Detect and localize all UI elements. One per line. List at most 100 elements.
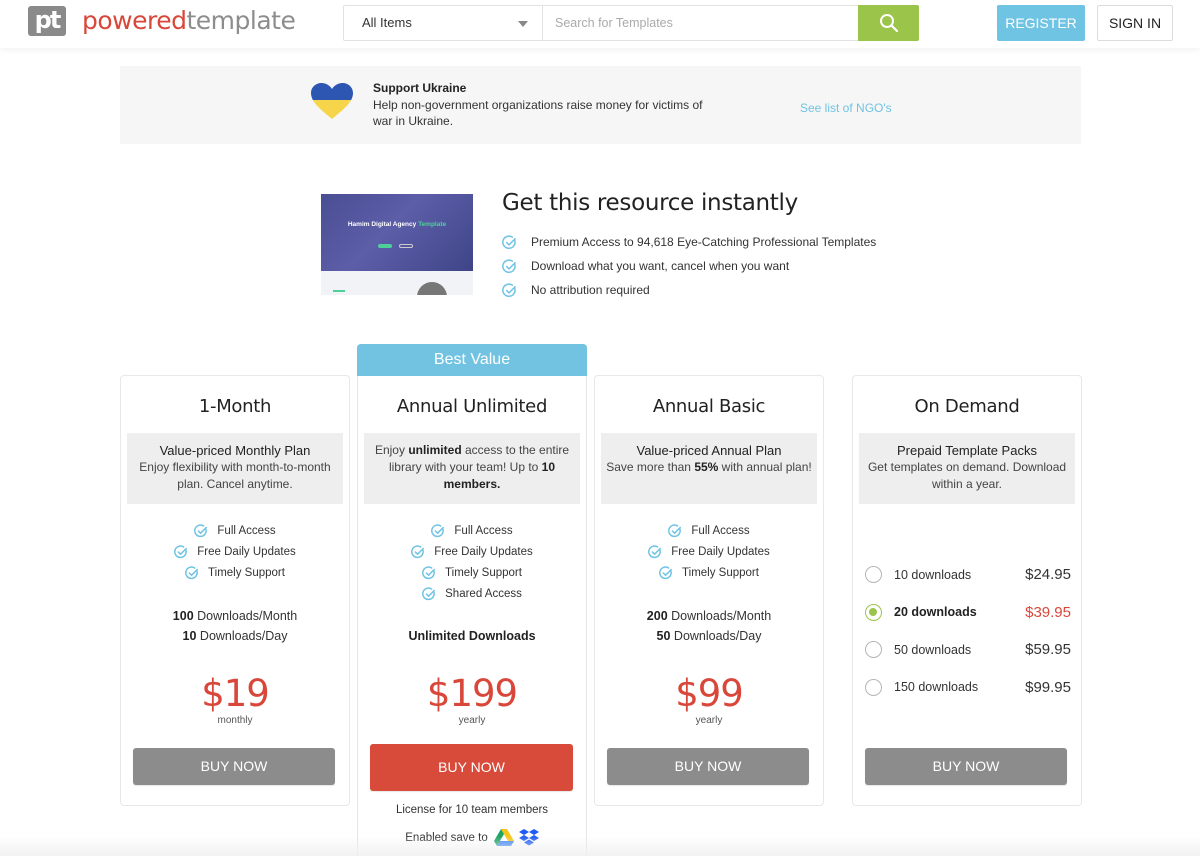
plan-title: 1-Month [198,396,272,417]
check-icon [422,586,436,601]
radio-button[interactable] [865,678,882,696]
downloads-per-day: 50 Downloads/Day [595,626,823,646]
google-drive-icon[interactable] [493,829,514,847]
feature-item: Timely Support [595,562,823,583]
logo-text: poweredtemplate [82,6,296,36]
logo-mark: pt [28,6,66,36]
plan-card-1-month: 1-Month Value-priced Monthly Plan Enjoy … [120,375,350,806]
downloads-month-label: Downloads/Month [671,609,772,623]
check-icon [411,544,425,559]
category-select[interactable]: All Items [344,6,543,40]
thumbnail-button-primary [378,244,392,248]
pack-label: 150 downloads [894,680,979,695]
check-icon [185,565,199,580]
feature-text: Free Daily Updates [197,545,296,558]
template-thumbnail[interactable]: Hamim Digital Agency Template [321,194,473,295]
thumbnail-hero: Hamim Digital Agency Template [321,194,473,271]
logo-word-template: template [186,6,296,35]
check-icon [668,523,682,538]
pack-price: $99.95 [1025,678,1071,696]
check-icon [422,565,436,580]
license-note: License for 10 team members [395,804,549,816]
plan-download-limits: 200 Downloads/Month 50 Downloads/Day [595,606,823,646]
see-ngo-list-link[interactable]: See list of NGO's [800,101,892,115]
feature-text: Full Access [454,524,513,537]
feature-item: Full Access [121,520,349,541]
plan-period: monthly [217,715,253,726]
plan-desc-title: Value-priced Annual Plan [636,443,782,458]
check-icon [648,544,662,559]
benefit-text: No attribution required [531,283,650,297]
plan-period: yearly [695,715,723,726]
feature-item: Free Daily Updates [121,541,349,562]
plan-description: Prepaid Template Packs Get templates on … [859,433,1075,504]
banner-text: Help non-government organizations raise … [373,98,703,128]
plan-features: Full Access Free Daily Updates Timely Su… [121,520,349,583]
buy-now-button[interactable]: BUY NOW [865,748,1067,785]
plan-desc-text: with annual plan! [718,460,812,474]
bottom-fade [0,836,1200,856]
plan-description: Value-priced Annual Plan Save more than … [601,433,817,504]
plan-desc-title: Prepaid Template Packs [897,443,1037,458]
plan-card-on-demand: On Demand Prepaid Template Packs Get tem… [852,375,1082,806]
check-icon [659,565,673,580]
register-button[interactable]: REGISTER [997,5,1085,41]
radio-button[interactable] [865,566,882,584]
feature-item: Timely Support [358,562,586,583]
thumbnail-title-main: Hamim Digital Agency [347,221,417,228]
ukraine-heart-icon [311,83,353,119]
feature-text: Full Access [217,524,276,537]
logo-word-powered: powered [82,6,187,35]
downloads-day-count: 10 [182,629,197,643]
plan-description: Value-priced Monthly Plan Enjoy flexibil… [127,433,343,504]
plan-title: Annual Basic [652,396,766,417]
plan-price: $199 [426,672,518,715]
pack-label: 10 downloads [894,567,972,582]
plan-description: Enjoy unlimited access to the entire lib… [364,433,580,504]
radio-button[interactable] [865,641,882,659]
plan-download-limits: 100 Downloads/Month 10 Downloads/Day [121,606,349,646]
save-to-row: Enabled save to [358,829,586,847]
check-icon [502,282,517,298]
resource-benefits: Premium Access to 94,618 Eye-Catching Pr… [502,230,876,302]
feature-item: Timely Support [121,562,349,583]
pack-option[interactable]: 150 downloads $99.95 [865,669,1071,707]
pack-option[interactable]: 50 downloads $59.95 [865,631,1071,669]
benefit-item: No attribution required [502,278,876,302]
benefit-item: Download what you want, cancel when you … [502,254,876,278]
dropbox-icon[interactable] [518,829,539,847]
plan-title: On Demand [914,396,1020,417]
pack-option[interactable]: 20 downloads $39.95 [865,594,1071,632]
radio-button-selected[interactable] [865,603,882,621]
benefit-text: Premium Access to 94,618 Eye-Catching Pr… [531,235,877,249]
downloads-month-count: 200 [646,609,668,623]
save-to-label: Enabled save to [405,832,488,844]
logo[interactable]: pt poweredtemplate [28,6,296,36]
check-icon [431,523,445,538]
plan-desc-bold: 10 [541,460,556,474]
plan-period: yearly [458,715,486,726]
plan-desc-text: Save more than [606,460,695,474]
plan-price: $19 [201,672,270,715]
feature-item: Full Access [595,520,823,541]
pack-price: $39.95 [1025,603,1071,621]
plan-card-annual-unlimited: Best Value Annual Unlimited Enjoy unlimi… [357,344,587,856]
plan-download-limits: Unlimited Downloads [408,629,536,643]
resource-title: Get this resource instantly [502,190,798,216]
search-button[interactable] [858,5,919,41]
buy-now-button[interactable]: BUY NOW [607,748,809,785]
buy-now-button[interactable]: BUY NOW [133,748,335,785]
buy-now-button[interactable]: BUY NOW [370,744,573,791]
sign-in-button[interactable]: SIGN IN [1097,5,1173,41]
pack-option[interactable]: 10 downloads $24.95 [865,556,1071,594]
plan-price: $99 [675,672,744,715]
downloads-per-month: 200 Downloads/Month [595,606,823,626]
thumbnail-title: Hamim Digital Agency Template [321,221,473,228]
check-icon [502,258,517,274]
downloads-day-label: Downloads/Day [673,629,762,643]
plan-desc-bold: unlimited [408,443,462,457]
feature-item: Full Access [358,520,586,541]
plan-features: Full Access Free Daily Updates Timely Su… [358,520,586,604]
search-input[interactable] [543,6,858,40]
pack-price: $24.95 [1025,566,1071,584]
